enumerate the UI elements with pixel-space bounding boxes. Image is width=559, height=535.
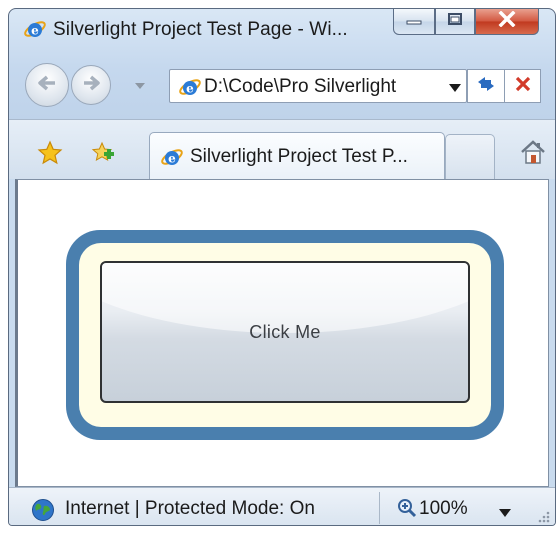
browser-window: e Silverlight Project Test Page - Wi...: [8, 8, 556, 526]
window-title: Silverlight Project Test Page - Wi...: [53, 19, 348, 40]
back-button[interactable]: [25, 63, 69, 107]
tab-bar: e Silverlight Project Test P...: [9, 119, 555, 182]
star-icon[interactable]: [37, 140, 63, 171]
svg-text:e: e: [186, 82, 194, 96]
resize-grip-icon[interactable]: [537, 510, 551, 524]
page-icon: e: [178, 75, 202, 99]
zoom-icon[interactable]: [397, 498, 417, 523]
security-zone-text[interactable]: Internet | Protected Mode: On: [65, 498, 315, 520]
svg-text:e: e: [168, 152, 176, 166]
stop-button[interactable]: [505, 69, 541, 103]
tab-active[interactable]: e Silverlight Project Test P...: [149, 132, 445, 182]
refresh-icon: [475, 74, 497, 99]
click-me-button[interactable]: Click Me: [100, 261, 470, 403]
title-bar: e Silverlight Project Test Page - Wi...: [9, 9, 555, 49]
zoom-dropdown-icon[interactable]: [499, 504, 511, 522]
minimize-button[interactable]: [393, 9, 435, 35]
maximize-button[interactable]: [435, 9, 475, 35]
page-content: Click Me: [15, 179, 549, 487]
new-tab-button[interactable]: [445, 134, 495, 180]
refresh-button[interactable]: [467, 69, 505, 103]
recent-pages-dropdown[interactable]: [133, 79, 147, 91]
globe-icon: [31, 498, 55, 525]
click-me-label: Click Me: [249, 321, 321, 342]
silverlight-border: Click Me: [66, 230, 504, 440]
forward-arrow-icon: [82, 75, 100, 96]
close-button[interactable]: [475, 9, 539, 35]
status-divider: [379, 492, 380, 524]
ie-logo-icon: e: [23, 17, 47, 41]
add-favorites-icon[interactable]: [89, 140, 115, 171]
minimize-icon: [406, 13, 422, 31]
page-icon: e: [160, 145, 184, 169]
zoom-level[interactable]: 100%: [419, 498, 468, 520]
back-arrow-icon: [37, 75, 57, 96]
stop-icon: [515, 76, 531, 97]
chevron-down-icon: [135, 76, 145, 94]
address-text[interactable]: D:\Code\Pro Silverlight: [204, 76, 396, 98]
address-dropdown-icon[interactable]: [448, 80, 462, 92]
status-bar: Internet | Protected Mode: On 100%: [9, 487, 555, 525]
address-bar[interactable]: e D:\Code\Pro Silverlight: [169, 69, 467, 103]
maximize-icon: [447, 12, 463, 31]
tab-label: Silverlight Project Test P...: [190, 146, 408, 167]
close-icon: [498, 10, 516, 32]
svg-text:e: e: [31, 24, 39, 38]
silverlight-inner-border: Click Me: [79, 243, 491, 427]
home-icon[interactable]: [519, 138, 547, 171]
forward-button[interactable]: [71, 65, 111, 105]
